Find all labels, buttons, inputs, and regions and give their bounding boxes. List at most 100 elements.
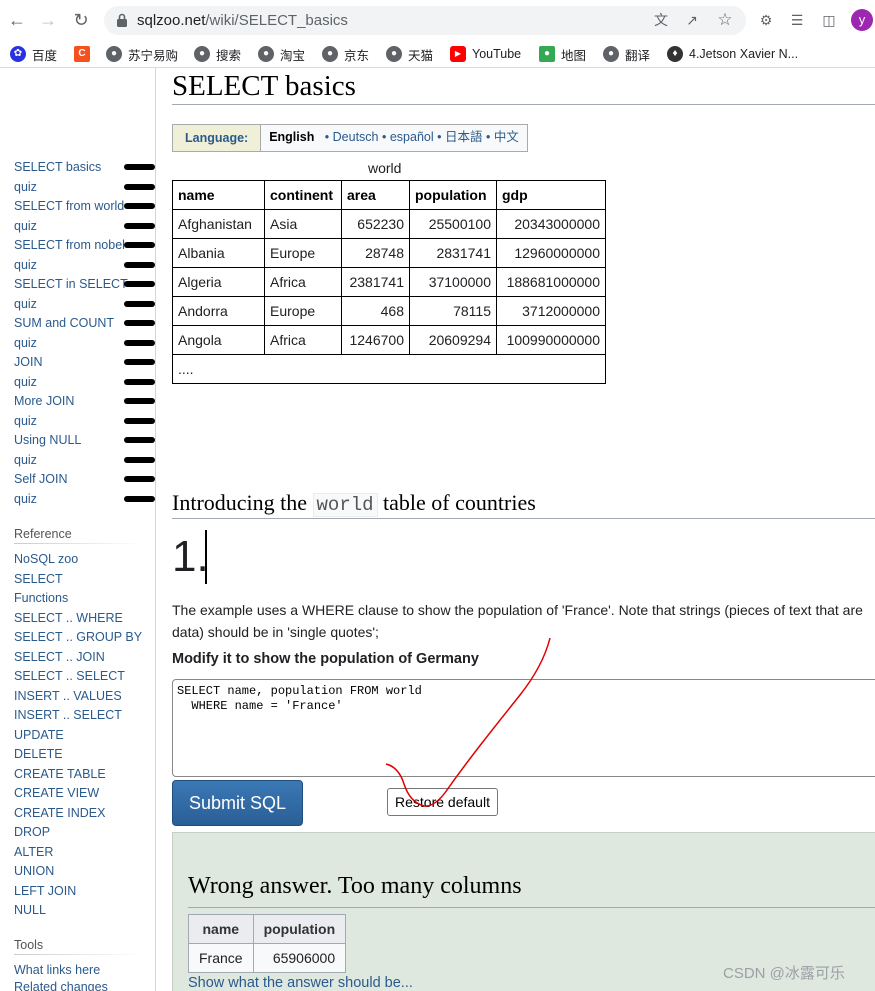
bookmark-label: 淘宝: [280, 48, 306, 63]
redaction-mark: [124, 456, 155, 463]
restore-default-button[interactable]: Restore default: [387, 788, 498, 816]
table-cell: 12960000000: [496, 238, 606, 268]
reload-icon[interactable]: ↻: [70, 9, 92, 31]
sidebar-link[interactable]: What links here: [14, 962, 100, 978]
language-link[interactable]: 中文: [494, 130, 519, 144]
table-row: Albania Europe 28748 2831741 12960000000: [172, 238, 606, 268]
sidebar-link[interactable]: DELETE: [14, 746, 63, 762]
sidebar-link[interactable]: SELECT from nobel: [14, 237, 125, 253]
language-link[interactable]: español: [390, 130, 434, 144]
address-bar[interactable]: sqlzoo.net/wiki/SELECT_basics 文 ↗ ☆: [104, 6, 746, 35]
language-options: English • Deutsch • español • 日本語 • 中文: [261, 125, 527, 151]
sidebar-link[interactable]: SELECT .. WHERE: [14, 610, 123, 626]
sidebar: SELECT basics quiz SELECT from world quiz SE…: [0, 68, 156, 991]
bookmark-item[interactable]: ● 搜索: [194, 45, 241, 63]
table-cell: Africa: [264, 267, 342, 297]
sidebar-link[interactable]: More JOIN: [14, 393, 74, 409]
bookmark-item[interactable]: ● 地图: [539, 45, 586, 63]
sidebar-link[interactable]: quiz: [14, 452, 37, 468]
sidebar-link[interactable]: quiz: [14, 179, 37, 195]
sidebar-link[interactable]: SELECT basics: [14, 159, 101, 175]
sidebar-link[interactable]: NoSQL zoo: [14, 551, 78, 567]
sidebar-link[interactable]: ALTER: [14, 844, 53, 860]
extensions-icon[interactable]: ⚙: [756, 10, 776, 30]
bookmark-item[interactable]: ♦ 4.Jetson Xavier N...: [667, 45, 798, 63]
bookmark-item[interactable]: C: [74, 45, 96, 63]
redaction-mark: [124, 203, 155, 209]
bookmark-item[interactable]: ▶ YouTube: [450, 45, 521, 63]
back-arrow-icon[interactable]: ←: [6, 9, 28, 31]
sidebar-link[interactable]: NULL: [14, 902, 46, 918]
table-ellipsis: ....: [172, 354, 606, 384]
sidebar-link[interactable]: Using NULL: [14, 432, 81, 448]
sidebar-link[interactable]: CREATE INDEX: [14, 805, 105, 821]
bookmark-item[interactable]: ✿ 百度: [10, 45, 57, 63]
sidebar-link[interactable]: CREATE TABLE: [14, 766, 106, 782]
description-line: The example uses a WHERE clause to show …: [172, 602, 863, 618]
forward-arrow-icon[interactable]: →: [37, 9, 59, 31]
redaction-mark: [124, 476, 155, 482]
heading-code: world: [312, 493, 378, 517]
show-answer-link[interactable]: Show what the answer should be...: [188, 975, 413, 991]
sidebar-link[interactable]: SELECT in SELECT: [14, 276, 128, 292]
sidebar-link[interactable]: INSERT .. VALUES: [14, 688, 122, 704]
bookmark-star-icon[interactable]: ☆: [716, 11, 734, 29]
watermark: CSDN @冰露可乐: [723, 965, 845, 982]
sidebar-link[interactable]: INSERT .. SELECT: [14, 707, 122, 723]
profile-avatar[interactable]: y: [851, 9, 873, 31]
redaction-mark: [124, 378, 155, 385]
table-cell: 100990000000: [496, 325, 606, 355]
sidebar-link[interactable]: quiz: [14, 296, 37, 312]
sidebar-link[interactable]: JOIN: [14, 354, 42, 370]
bookmark-label: 百度: [32, 48, 58, 63]
sidebar-link[interactable]: DROP: [14, 824, 50, 840]
sidebar-link[interactable]: quiz: [14, 413, 37, 429]
sidebar-link[interactable]: quiz: [14, 218, 37, 234]
task-instruction: Modify it to show the population of Germ…: [172, 651, 479, 667]
bookmark-item[interactable]: ● 淘宝: [258, 45, 305, 63]
column-header: name: [188, 914, 254, 944]
share-icon[interactable]: ↗: [683, 11, 701, 29]
sidebar-link[interactable]: quiz: [14, 491, 37, 507]
media-icon[interactable]: ☰: [787, 10, 807, 30]
sidebar-link[interactable]: SUM and COUNT: [14, 315, 114, 331]
sidebar-link[interactable]: SELECT from world: [14, 198, 124, 214]
sidebar-link[interactable]: SELECT: [14, 571, 63, 587]
redaction-mark: [124, 183, 155, 190]
sidebar-link[interactable]: Related changes: [14, 979, 108, 991]
url-path: /wiki/SELECT_basics: [205, 12, 348, 29]
sidebar-link[interactable]: SELECT .. JOIN: [14, 649, 105, 665]
sidebar-link[interactable]: quiz: [14, 335, 37, 351]
sidebar-link[interactable]: SELECT .. GROUP BY: [14, 629, 142, 645]
translate-icon[interactable]: 文: [652, 11, 670, 29]
table-cell: Asia: [264, 209, 342, 239]
bookmark-item[interactable]: ● 苏宁易购: [106, 45, 178, 63]
sidebar-link[interactable]: quiz: [14, 374, 37, 390]
submit-sql-button[interactable]: Submit SQL: [172, 780, 303, 826]
sidebar-link[interactable]: Functions: [14, 590, 68, 606]
redaction-mark: [124, 261, 155, 268]
language-link[interactable]: 日本語: [445, 130, 483, 144]
redaction-mark: [124, 164, 155, 170]
sql-editor[interactable]: SELECT name, population FROM world WHERE…: [172, 679, 875, 777]
language-link[interactable]: Deutsch: [333, 130, 379, 144]
sidebar-link[interactable]: LEFT JOIN: [14, 883, 76, 899]
bookmark-label: 京东: [344, 48, 370, 63]
sidebar-link[interactable]: CREATE VIEW: [14, 785, 99, 801]
reference-divider: [14, 543, 142, 544]
column-header: continent: [264, 180, 342, 210]
side-panel-icon[interactable]: ◫: [819, 10, 839, 30]
bookmark-item[interactable]: ● 天猫: [386, 45, 433, 63]
table-row: Andorra Europe 468 78115 3712000000: [172, 296, 606, 326]
sidebar-link[interactable]: SELECT .. SELECT: [14, 668, 125, 684]
bookmark-item[interactable]: ● 京东: [322, 45, 369, 63]
tools-divider: [14, 954, 142, 955]
sidebar-link[interactable]: UPDATE: [14, 727, 64, 743]
bookmark-item[interactable]: ● 翻译: [603, 45, 650, 63]
sidebar-link[interactable]: quiz: [14, 257, 37, 273]
table-cell: Africa: [264, 325, 342, 355]
sidebar-link[interactable]: Self JOIN: [14, 471, 68, 487]
bookmark-label: YouTube: [472, 47, 522, 61]
sidebar-link[interactable]: UNION: [14, 863, 54, 879]
bookmark-icon: ♦: [667, 46, 683, 62]
